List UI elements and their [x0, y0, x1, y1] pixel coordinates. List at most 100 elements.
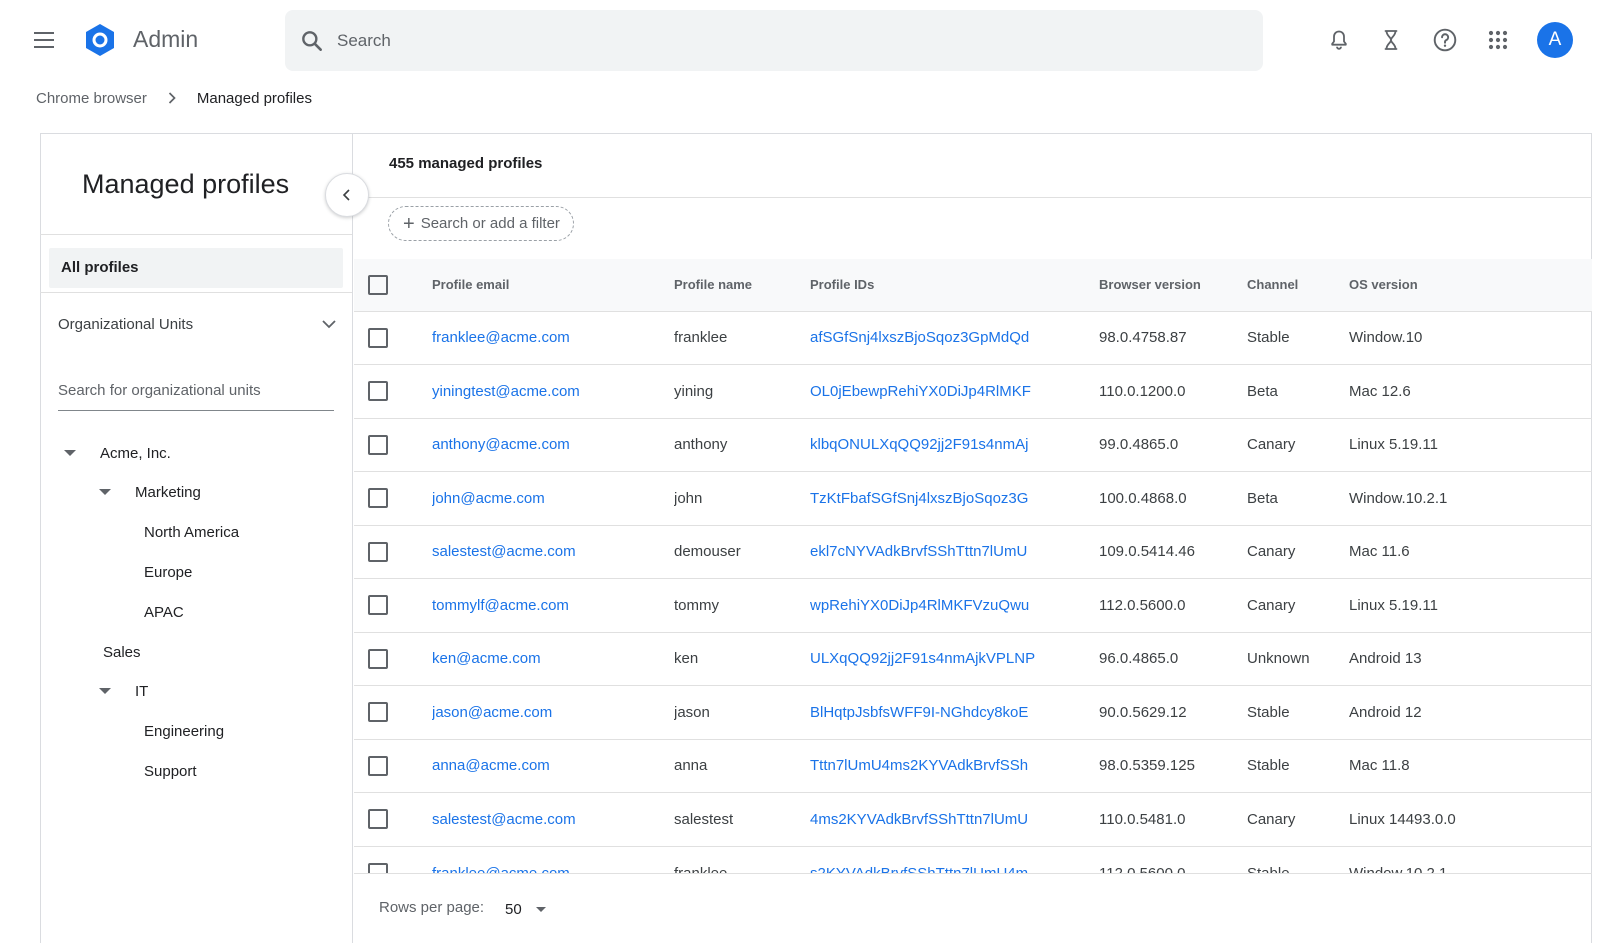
os-version: Android 13 [1349, 650, 1422, 668]
help-button[interactable] [1429, 24, 1461, 56]
column-header-os-version[interactable]: OS version [1349, 259, 1592, 311]
table-row[interactable]: ken@acme.com ken ULXqQQ92jj2F91s4nmAjkVPLN… [354, 632, 1592, 686]
browser-version: 99.0.4865.0 [1099, 436, 1179, 454]
profile-id[interactable]: OL0jEbewpRehiYX0DiJp4RlMKF [810, 365, 1099, 419]
main-menu-button[interactable] [28, 24, 60, 56]
column-header-browser-version[interactable]: Browser version [1099, 259, 1247, 311]
table-row[interactable]: salestest@acme.com salestest 4ms2KYVAdkBrv… [354, 792, 1592, 847]
os-version: Window.10.2.1 [1349, 864, 1448, 874]
row-checkbox[interactable] [368, 434, 388, 455]
column-header-email[interactable]: Profile email [432, 259, 674, 311]
row-checkbox[interactable] [368, 809, 388, 830]
org-units-search-input[interactable] [58, 371, 334, 409]
plus-icon: + [403, 212, 415, 235]
table-row[interactable]: yiningtest@acme.com yining OL0jEbewpRehiYX… [354, 364, 1592, 419]
profile-email[interactable]: salestest@acme.com [432, 525, 674, 579]
profile-id[interactable]: wpRehiYX0DiJp4RlMKFVzuQwu [810, 579, 1099, 633]
table-row[interactable]: john@acme.com john TzKtFbafSGfSnj4lxszBjoS… [354, 471, 1592, 526]
collapse-sidebar-button[interactable] [325, 173, 369, 217]
row-checkbox[interactable] [368, 488, 388, 509]
apps-grid-icon [1488, 30, 1508, 50]
browser-version: 90.0.5629.12 [1099, 703, 1187, 721]
profile-id[interactable]: Tttn7lUmU4ms2KYVAdkBrvfSSh [810, 739, 1099, 793]
table-row[interactable]: tommylf@acme.com tommy wpRehiYX0DiJp4RlMKF… [354, 578, 1592, 633]
row-select-cell [354, 579, 432, 633]
select-all-checkbox[interactable] [368, 274, 388, 295]
table-row[interactable]: franklee@acme.com franklee afSGfSnj4lxszBj… [354, 311, 1592, 365]
tree-item-apac[interactable]: APAC [144, 598, 184, 626]
tasks-button[interactable] [1375, 24, 1407, 56]
add-filter-button[interactable]: + Search or add a filter [388, 206, 574, 241]
row-checkbox[interactable] [368, 381, 388, 402]
top-bar: Admin A [0, 0, 1600, 80]
profile-email[interactable]: yiningtest@acme.com [432, 365, 674, 419]
profile-id[interactable]: afSGfSnj4lxszBjoSqoz3GpMdQd [810, 311, 1099, 365]
column-header-ids[interactable]: Profile IDs [810, 259, 1099, 311]
profile-email[interactable]: john@acme.com [432, 472, 674, 526]
tree-item-europe[interactable]: Europe [144, 558, 192, 586]
profile-id[interactable]: ekl7cNYVAdkBrvfSShTttn7lUmU [810, 525, 1099, 579]
profile-email[interactable]: franklee@acme.com [432, 311, 674, 365]
sidebar-item-all-profiles[interactable]: All profiles [49, 248, 343, 288]
pagination-footer: Rows per page: 50 [354, 873, 1592, 943]
apps-button[interactable] [1482, 24, 1514, 56]
row-checkbox[interactable] [368, 702, 388, 723]
table-header-row: Profile email Profile name Profile IDs B… [354, 259, 1592, 311]
table-row[interactable]: salestest@acme.com demouser ekl7cNYVAdkBrv… [354, 525, 1592, 579]
org-units-toggle[interactable]: Organizational Units [58, 306, 338, 342]
tree-item-engineering[interactable]: Engineering [144, 717, 224, 745]
rows-per-page-select[interactable]: 50 [505, 894, 546, 924]
profile-email[interactable]: franklee@acme.com [432, 846, 674, 874]
org-units-search[interactable] [58, 371, 334, 411]
tree-item-sales[interactable]: Sales [103, 638, 141, 666]
table-row[interactable]: anna@acme.com anna Tttn7lUmU4ms2KYVAdkBrvf… [354, 739, 1592, 793]
row-checkbox[interactable] [368, 541, 388, 562]
profile-name: tommy [674, 596, 719, 614]
tree-item-support[interactable]: Support [144, 757, 197, 785]
browser-version: 100.0.4868.0 [1099, 489, 1187, 507]
breadcrumb-chrome-browser[interactable]: Chrome browser [36, 90, 147, 107]
global-search[interactable] [285, 10, 1263, 71]
column-header-name[interactable]: Profile name [674, 259, 810, 311]
profile-id[interactable]: TzKtFbafSGfSnj4lxszBjoSqoz3G [810, 472, 1099, 526]
browser-version: 96.0.4865.0 [1099, 650, 1179, 668]
row-checkbox[interactable] [368, 863, 388, 873]
profile-name: ken [674, 650, 699, 668]
profile-email[interactable]: salestest@acme.com [432, 793, 674, 847]
row-checkbox[interactable] [368, 327, 388, 348]
org-units-label: Organizational Units [58, 315, 194, 333]
row-select-cell [354, 365, 432, 419]
tree-item-acme[interactable]: Acme, Inc. [64, 439, 171, 467]
profile-email[interactable]: anthony@acme.com [432, 418, 674, 472]
table-row[interactable]: jason@acme.com jason BlHqtpJsbfsWFF9I-NGhd… [354, 685, 1592, 740]
select-all-cell [354, 259, 432, 311]
table-row[interactable]: anthony@acme.com anthony klbqONULXqQQ92jj2… [354, 418, 1592, 472]
notifications-button[interactable] [1323, 24, 1355, 56]
row-checkbox[interactable] [368, 648, 388, 669]
table-row[interactable]: franklee@acme.com franklee s2KYVAdkBrvfSSh… [354, 846, 1592, 873]
channel: Stable [1247, 329, 1290, 347]
tree-item-north-america[interactable]: North America [144, 518, 239, 546]
profile-email[interactable]: anna@acme.com [432, 739, 674, 793]
row-checkbox[interactable] [368, 755, 388, 776]
tree-item-it[interactable]: IT [99, 677, 148, 705]
channel: Beta [1247, 489, 1278, 507]
avatar[interactable]: A [1537, 22, 1573, 58]
profile-id[interactable]: s2KYVAdkBrvfSShTttn7lUmU4m [810, 846, 1099, 874]
profiles-count: 455 managed profiles [389, 155, 543, 172]
tree-item-marketing[interactable]: Marketing [99, 478, 201, 506]
tree-item-label: APAC [144, 603, 184, 621]
admin-logo-icon [86, 24, 114, 56]
profile-id[interactable]: 4ms2KYVAdkBrvfSShTttn7lUmU [810, 793, 1099, 847]
column-header-channel[interactable]: Channel [1247, 259, 1349, 311]
profile-id[interactable]: ULXqQQ92jj2F91s4nmAjkVPLNP [810, 632, 1099, 686]
search-input[interactable] [337, 10, 1237, 71]
profile-id[interactable]: klbqONULXqQQ92jj2F91s4nmAj [810, 418, 1099, 472]
row-checkbox[interactable] [368, 595, 388, 616]
profile-id[interactable]: BlHqtpJsbfsWFF9I-NGhdcy8koE [810, 686, 1099, 740]
profile-email[interactable]: ken@acme.com [432, 632, 674, 686]
profile-email[interactable]: jason@acme.com [432, 686, 674, 740]
browser-version: 98.0.5359.125 [1099, 757, 1195, 775]
profile-email[interactable]: tommylf@acme.com [432, 579, 674, 633]
breadcrumb: Chrome browser Managed profiles [36, 86, 312, 110]
